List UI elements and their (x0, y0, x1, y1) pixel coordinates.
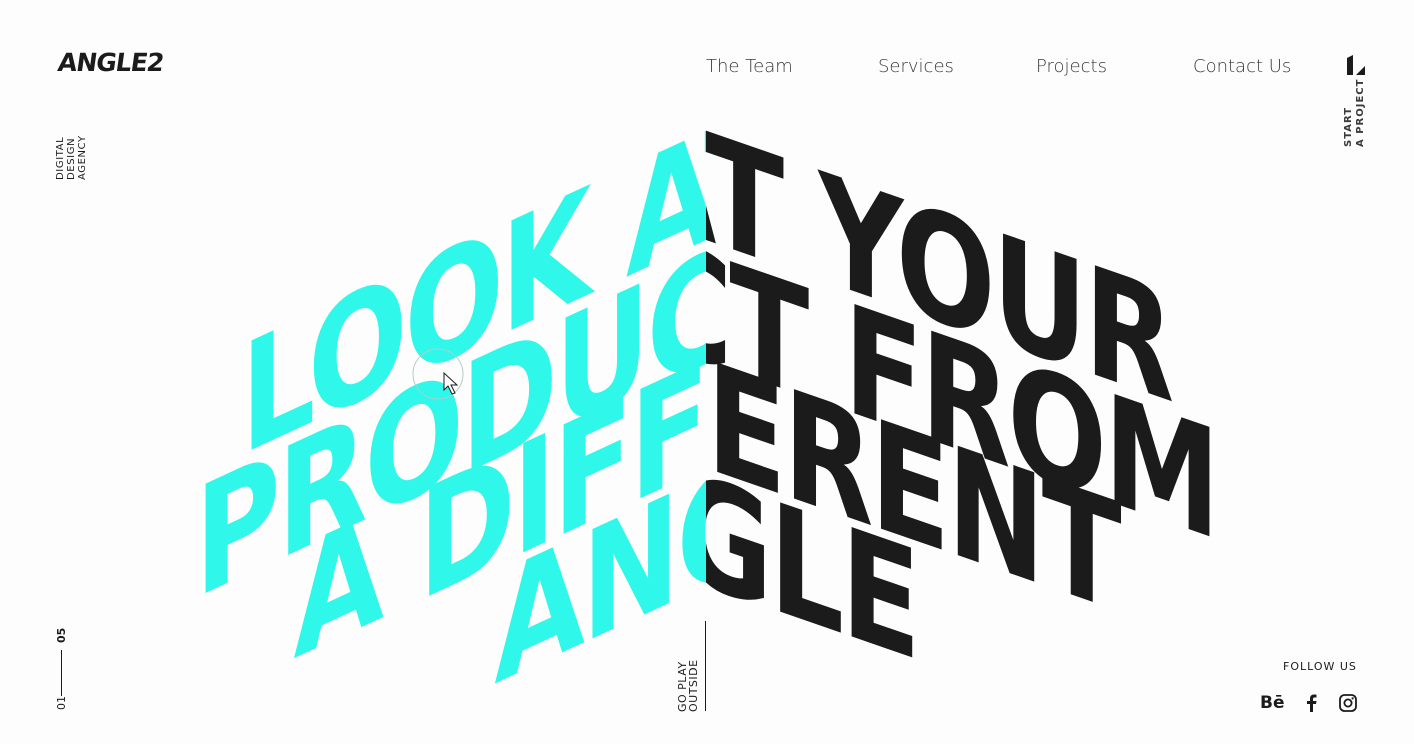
hero-headline: LOOK AT YOURPRODUCT FROMA DIFFERENTANGLE… (195, 0, 1217, 719)
facebook-icon[interactable] (1304, 692, 1318, 714)
slide-current-number: 05 (55, 627, 68, 643)
slide-total-number: 01 (55, 696, 68, 710)
center-divider (705, 621, 706, 711)
behance-icon[interactable]: Bē (1260, 692, 1285, 714)
play-line: OUTSIDE (687, 659, 700, 712)
follow-us-label: FOLLOW US (1283, 660, 1357, 673)
go-play-outside-link[interactable]: GO PLAY OUTSIDE (676, 659, 700, 712)
instagram-icon[interactable] (1338, 692, 1358, 714)
slide-progress-line (61, 650, 62, 696)
